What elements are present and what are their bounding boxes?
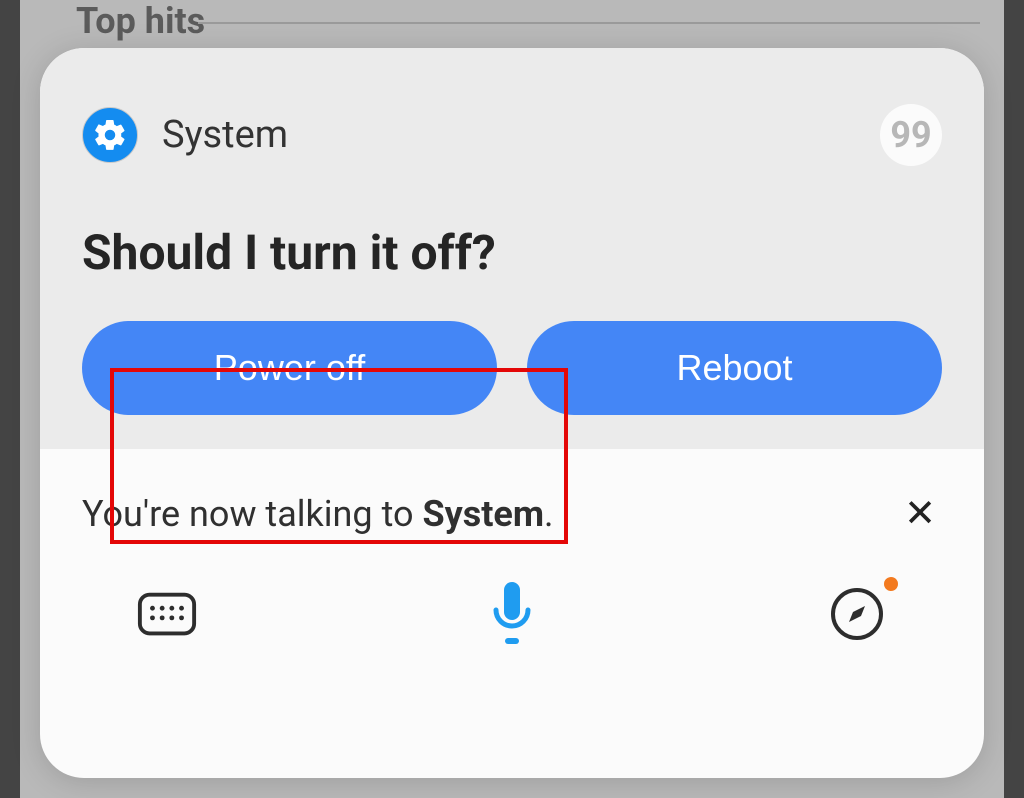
- discover-compass-icon[interactable]: [822, 579, 892, 649]
- quote-icon[interactable]: 99: [880, 104, 942, 166]
- input-toolbar: [82, 579, 942, 649]
- card-upper-panel: System 99 Should I turn it off? Power of…: [40, 48, 984, 449]
- status-text: You're now talking to System.: [82, 493, 554, 535]
- microphone-icon[interactable]: [477, 579, 547, 649]
- card-header-row: System 99: [82, 104, 942, 166]
- top-hits-heading: Top hits: [76, 0, 205, 42]
- action-button-row: Power off Reboot: [82, 321, 942, 415]
- assistant-card: System 99 Should I turn it off? Power of…: [40, 48, 984, 778]
- power-off-button[interactable]: Power off: [82, 321, 497, 415]
- card-lower-panel: You're now talking to System. ✕: [40, 449, 984, 679]
- top-hits-divider: [198, 22, 980, 24]
- assistant-prompt: Should I turn it off?: [82, 224, 942, 281]
- screen-root: Top hits System 99 Should I turn it off?…: [0, 0, 1024, 798]
- status-suffix: .: [544, 493, 554, 535]
- notification-dot-icon: [884, 577, 898, 591]
- status-row: You're now talking to System. ✕: [82, 489, 942, 539]
- status-target: System: [422, 493, 544, 535]
- keyboard-icon[interactable]: [132, 579, 202, 649]
- settings-gear-icon: [82, 107, 138, 163]
- status-prefix: You're now talking to: [82, 493, 422, 535]
- close-icon[interactable]: ✕: [898, 489, 942, 539]
- reboot-button[interactable]: Reboot: [527, 321, 942, 415]
- source-label: System: [162, 113, 288, 157]
